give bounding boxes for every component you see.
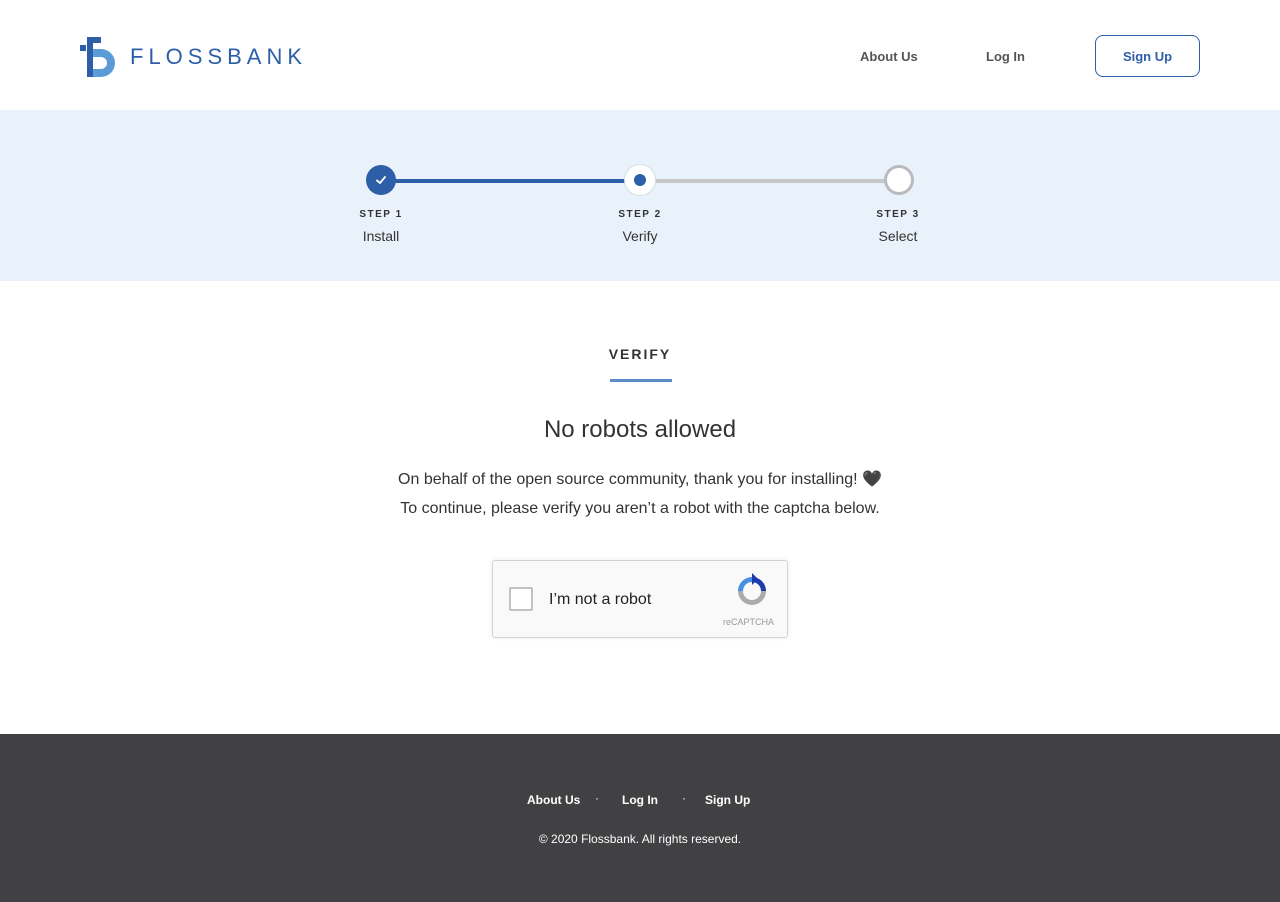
- site-header: FLOSSBANK About Us Log In Sign Up: [0, 0, 1280, 110]
- step-2-name: Verify: [622, 228, 658, 244]
- footer-signup-link[interactable]: Sign Up: [705, 793, 750, 807]
- footer-separator: ·: [682, 791, 686, 805]
- step-3-label: STEP 3: [876, 209, 920, 220]
- step-1-name: Install: [362, 228, 400, 244]
- thank-you-text: On behalf of the open source community, …: [398, 471, 882, 488]
- step-1-indicator: [366, 165, 396, 195]
- signup-button[interactable]: Sign Up: [1095, 35, 1200, 77]
- copyright-text: © 2020 Flossbank. All rights reserved.: [538, 832, 742, 846]
- footer-separator: ·: [595, 791, 599, 805]
- instructions-text: To continue, please verify you aren’t a …: [400, 500, 880, 517]
- site-footer: About Us · Log In · Sign Up © 2020 Floss…: [0, 734, 1280, 902]
- step-2-label: STEP 2: [618, 209, 662, 220]
- progress-stepper: STEP 1 Install STEP 2 Verify STEP 3 Sele…: [0, 110, 1280, 281]
- recaptcha-logo-icon: [738, 573, 766, 605]
- flossbank-logo-icon: [80, 37, 115, 77]
- section-title-underline: [610, 379, 672, 382]
- nav-login-link[interactable]: Log In: [986, 49, 1025, 64]
- stepper-track-complete: [395, 178, 626, 183]
- recaptcha-label: I’m not a robot: [549, 591, 652, 608]
- step-2-indicator: [625, 165, 655, 195]
- recaptcha-checkbox[interactable]: [509, 587, 533, 611]
- section-title: VERIFY: [608, 346, 672, 362]
- logo-wordmark: FLOSSBANK: [130, 44, 308, 69]
- step-1-label: STEP 1: [359, 209, 403, 220]
- page-headline: No robots allowed: [543, 416, 737, 443]
- nav-about-link[interactable]: About Us: [860, 49, 918, 64]
- stepper-track-pending: [654, 178, 885, 183]
- footer-about-link[interactable]: About Us: [527, 793, 580, 807]
- recaptcha-brand: reCAPTCHA: [723, 617, 775, 627]
- step-3-name: Select: [878, 228, 918, 244]
- recaptcha-widget: I’m not a robot reCAPTCHA: [492, 560, 788, 638]
- footer-login-link[interactable]: Log In: [622, 793, 658, 807]
- step-3-indicator: [884, 165, 914, 195]
- check-icon: [376, 176, 386, 184]
- flossbank-logo[interactable]: FLOSSBANK: [80, 34, 307, 80]
- current-step-dot: [634, 174, 646, 186]
